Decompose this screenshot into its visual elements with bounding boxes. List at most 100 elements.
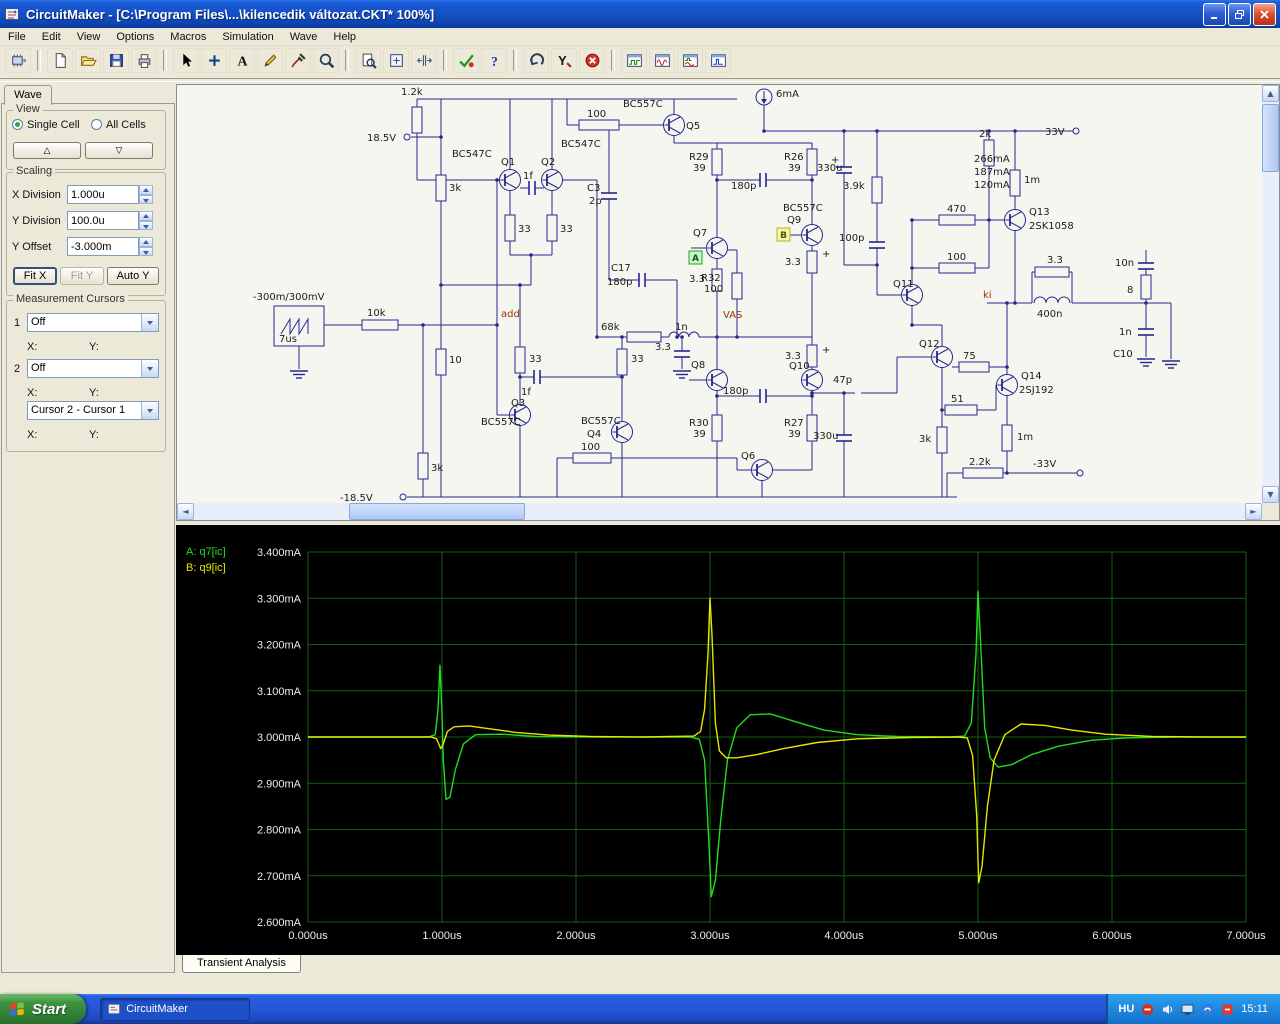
y-division-spin-down[interactable]: [139, 220, 153, 230]
radio-single-cell[interactable]: Single Cell: [12, 119, 80, 131]
component-label[interactable]: C10: [1113, 349, 1133, 360]
probe-b-marker[interactable]: B: [776, 227, 791, 242]
menu-simulation[interactable]: Simulation: [214, 30, 281, 44]
y-division-input[interactable]: [67, 211, 139, 230]
component-label[interactable]: BC557C: [783, 203, 823, 214]
fit-y-button[interactable]: Fit Y: [60, 267, 104, 285]
legend-entry-b[interactable]: B: q9[ic]: [186, 562, 226, 574]
component-label[interactable]: BC557C: [623, 99, 663, 110]
component-label[interactable]: 2SJ192: [1019, 385, 1054, 396]
component-label[interactable]: 100: [704, 284, 723, 295]
parts-browser-button[interactable]: [5, 48, 31, 73]
wave-up-button[interactable]: △: [13, 142, 81, 159]
schematic-canvas[interactable]: 1.2k 18.5V 3k BC547C Q1 Q2 BC547C 1f 33 33 100 BC55…: [176, 84, 1280, 521]
component-label[interactable]: Q7: [693, 228, 707, 239]
wire-tool-button[interactable]: [257, 48, 283, 73]
tab-transient-analysis[interactable]: Transient Analysis: [182, 955, 301, 973]
component-label[interactable]: 3.3: [785, 257, 801, 268]
x-division-input[interactable]: [67, 185, 139, 204]
component-label[interactable]: 3.3: [655, 342, 671, 353]
component-label[interactable]: 18.5V: [367, 133, 396, 144]
component-label[interactable]: Q12: [919, 339, 940, 350]
component-label[interactable]: R32: [701, 273, 721, 284]
y-offset-spin-down[interactable]: [139, 246, 153, 256]
y-offset-input[interactable]: [67, 237, 139, 256]
component-label[interactable]: 47p: [833, 375, 852, 386]
component-label[interactable]: 39: [788, 429, 801, 440]
auto-y-button[interactable]: Auto Y: [107, 267, 159, 285]
component-label[interactable]: BC557C: [481, 417, 521, 428]
component-label[interactable]: 470: [947, 204, 966, 215]
component-label[interactable]: 39: [693, 429, 706, 440]
component-label[interactable]: Q8: [691, 360, 705, 371]
component-label[interactable]: Q14: [1021, 371, 1042, 382]
component-label[interactable]: 33: [518, 224, 531, 235]
component-label[interactable]: 3k: [919, 434, 931, 445]
volume-tray-icon[interactable]: [1161, 1003, 1174, 1016]
component-label[interactable]: 3.3: [1047, 255, 1063, 266]
component-label[interactable]: Q11: [893, 279, 914, 290]
schematic-hscroll-thumb[interactable]: [349, 503, 525, 520]
component-label[interactable]: +: [822, 345, 830, 356]
component-label[interactable]: 2.2k: [969, 457, 991, 468]
component-label[interactable]: C17: [611, 263, 631, 274]
zoom-tool-button[interactable]: [313, 48, 339, 73]
component-label[interactable]: Q9: [787, 215, 801, 226]
text-tool-button[interactable]: A: [229, 48, 255, 73]
scroll-left-button[interactable]: ◄: [177, 503, 194, 520]
waveform-plot[interactable]: 3.400mA 3.300mA 3.200mA 3.100mA 3.000mA 2.900…: [176, 525, 1280, 955]
component-label[interactable]: 2p: [589, 196, 602, 207]
component-label[interactable]: 180p: [607, 277, 632, 288]
component-label[interactable]: -33V: [1033, 459, 1056, 470]
component-label[interactable]: Q4: [587, 429, 601, 440]
select-arrow-button[interactable]: [173, 48, 199, 73]
menu-help[interactable]: Help: [325, 30, 364, 44]
component-label[interactable]: 180p: [723, 386, 748, 397]
menu-options[interactable]: Options: [108, 30, 162, 44]
wave-down-button[interactable]: ▽: [85, 142, 153, 159]
pan-view-button[interactable]: [411, 48, 437, 73]
y-division-spin-up[interactable]: [139, 211, 153, 221]
cursor-difference-dropdown-arrow[interactable]: [141, 402, 158, 419]
component-label[interactable]: 3.9k: [843, 181, 865, 192]
component-label[interactable]: 6mA: [776, 89, 799, 100]
scroll-down-button[interactable]: ▼: [1262, 486, 1279, 503]
component-label[interactable]: 1n: [1119, 327, 1132, 338]
component-label[interactable]: 33V: [1045, 127, 1065, 138]
component-label[interactable]: BC547C: [561, 139, 601, 150]
menu-view[interactable]: View: [69, 30, 109, 44]
fit-x-button[interactable]: Fit X: [13, 267, 57, 285]
digital-waveforms-window-button[interactable]: [621, 48, 647, 73]
simulation-mode-button[interactable]: [453, 48, 479, 73]
component-label[interactable]: ki: [983, 290, 992, 301]
component-label[interactable]: 100p: [839, 233, 864, 244]
scroll-right-button[interactable]: ►: [1245, 503, 1262, 520]
display-tray-icon[interactable]: [1181, 1003, 1194, 1016]
new-file-button[interactable]: [47, 48, 73, 73]
cursor1-select[interactable]: Off: [27, 313, 159, 332]
component-label[interactable]: 400n: [1037, 309, 1062, 320]
component-label[interactable]: 7us: [279, 334, 297, 345]
close-button[interactable]: [1253, 2, 1276, 26]
component-label[interactable]: +: [831, 155, 839, 166]
component-label[interactable]: Q3: [511, 398, 525, 409]
component-label[interactable]: 2k: [979, 129, 991, 140]
current-source-symbol[interactable]: [755, 88, 773, 106]
component-label[interactable]: 180p: [731, 181, 756, 192]
component-label[interactable]: VAS: [723, 310, 742, 321]
component-label[interactable]: Q10: [789, 361, 810, 372]
legend-entry-a[interactable]: A: q7[ic]: [186, 546, 226, 558]
component-label[interactable]: 39: [693, 163, 706, 174]
cursor1-dropdown-arrow[interactable]: [141, 314, 158, 331]
minimize-button[interactable]: [1203, 2, 1226, 26]
component-label[interactable]: R30: [689, 418, 709, 429]
component-label[interactable]: 8: [1127, 285, 1133, 296]
component-label[interactable]: 3k: [449, 183, 461, 194]
component-label[interactable]: C3: [587, 183, 600, 194]
probe-tool-button[interactable]: [285, 48, 311, 73]
language-indicator[interactable]: HU: [1118, 1003, 1134, 1015]
mixed-signal-window-button[interactable]: [677, 48, 703, 73]
schematic-drawing[interactable]: 1.2k 18.5V 3k BC547C Q1 Q2 BC547C 1f 33 33 100 BC55…: [177, 85, 1262, 503]
component-label[interactable]: R27: [784, 418, 804, 429]
component-label[interactable]: 100: [587, 109, 606, 120]
